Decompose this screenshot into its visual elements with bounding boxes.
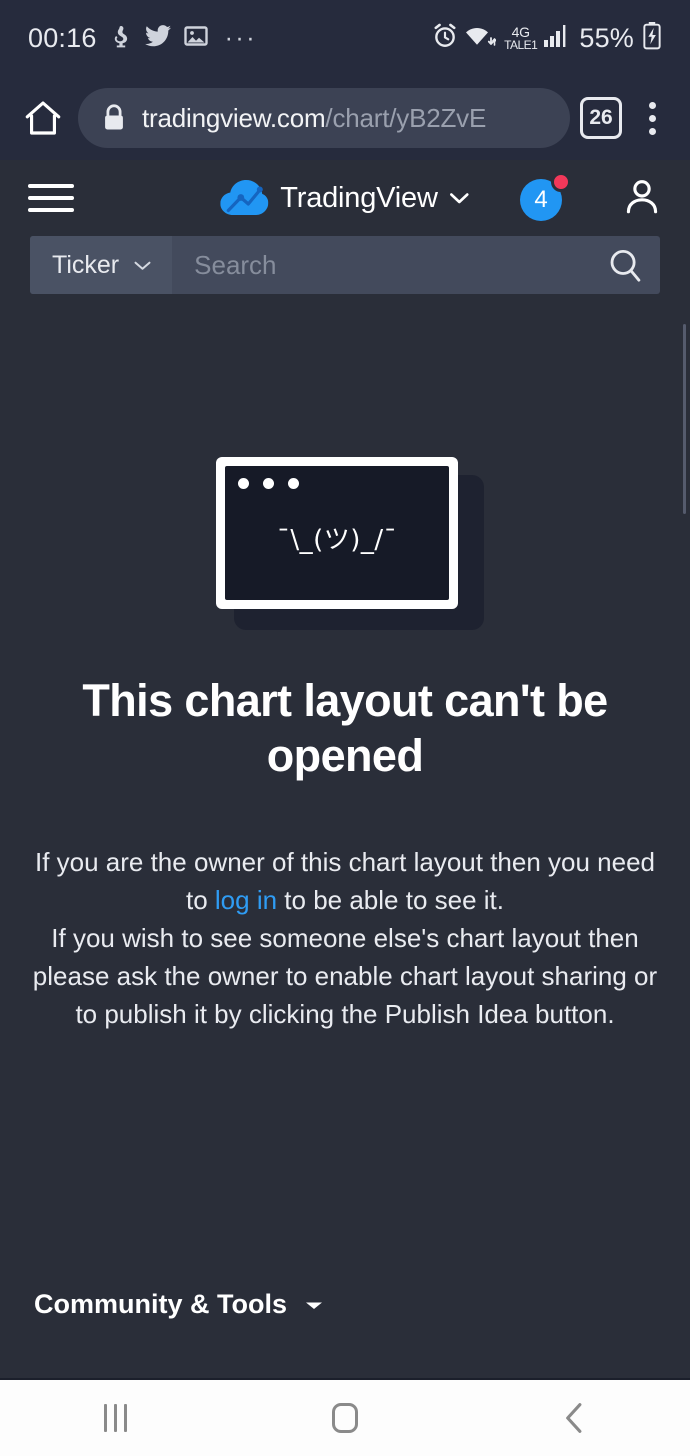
recent-apps-button[interactable]	[55, 1380, 175, 1456]
battery-percent-label: 55%	[579, 22, 634, 53]
search-bar: Ticker Search	[30, 236, 660, 294]
error-paragraph-1: If you are the owner of this chart layou…	[30, 844, 660, 920]
android-navigation-bar	[0, 1378, 690, 1456]
header-actions: 4	[520, 172, 662, 221]
recent-apps-icon	[103, 1404, 127, 1432]
hamburger-line	[28, 184, 74, 188]
app-icon	[110, 24, 132, 53]
kebab-dot	[648, 127, 656, 135]
chevron-down-icon	[306, 1302, 322, 1309]
kebab-dot	[648, 101, 656, 109]
illustration-window-dots	[238, 478, 299, 489]
status-bar-clock: 00:16	[28, 22, 97, 53]
tradingview-cloud-logo	[220, 180, 269, 215]
recent-bar	[103, 1404, 107, 1432]
error-illustration: ¯\_(ツ)_/¯	[216, 457, 484, 630]
community-and-tools-dropdown[interactable]: Community & Tools	[34, 1289, 325, 1320]
url-path: /chart/yB2ZvE	[325, 102, 487, 133]
log-in-link[interactable]: log in	[215, 885, 277, 915]
notifications-button[interactable]: 4	[520, 172, 571, 221]
page-footer: Community & Tools	[0, 1289, 690, 1378]
hamburger-line	[28, 196, 74, 200]
search-row: Ticker Search	[0, 236, 690, 302]
lock-icon	[105, 104, 123, 130]
brand-dropdown[interactable]: TradingView	[220, 179, 469, 217]
recent-bar	[123, 1404, 127, 1432]
network-indicator: 4G TALE1	[504, 24, 538, 52]
network-type-label: 4G	[511, 24, 530, 40]
illustration-window-screen: ¯\_(ツ)_/¯	[225, 466, 449, 600]
notifications-alert-dot	[551, 172, 571, 192]
page-content: ¯\_(ツ)_/¯ This chart layout can't be ope…	[0, 302, 690, 1378]
search-filter-dropdown[interactable]: Ticker	[30, 236, 173, 294]
carrier-label: TALE1	[504, 38, 538, 52]
gallery-icon	[183, 24, 208, 53]
brand-label: TradingView	[280, 181, 438, 214]
error-paragraph-2: If you wish to see someone else's chart …	[32, 922, 658, 1029]
status-bar-left: 00:16 ···	[28, 23, 257, 54]
browser-toolbar: tradingview.com/chart/yB2ZvE 26	[0, 76, 690, 160]
tab-counter-button[interactable]: 26	[580, 97, 622, 139]
search-filter-label: Ticker	[52, 250, 120, 279]
window-dot	[263, 478, 274, 489]
battery-charging-icon	[642, 21, 662, 55]
status-bar-overflow-icon: ···	[224, 24, 258, 52]
back-button[interactable]	[515, 1380, 635, 1456]
window-dot	[288, 478, 299, 489]
search-placeholder: Search	[194, 249, 277, 280]
url-bar[interactable]: tradingview.com/chart/yB2ZvE	[78, 88, 570, 148]
recent-bar	[113, 1404, 117, 1432]
error-description: If you are the owner of this chart layou…	[30, 844, 660, 1034]
search-submit-button[interactable]	[590, 236, 660, 294]
status-bar-right: 4G TALE1 55%	[432, 21, 662, 55]
browser-home-button[interactable]	[18, 93, 68, 143]
site-menu-button[interactable]	[28, 175, 74, 221]
android-status-bar: 00:16 ··· 4G TALE1 55%	[0, 0, 690, 76]
search-input[interactable]: Search	[172, 236, 590, 294]
url-text: tradingview.com/chart/yB2ZvE	[142, 103, 486, 134]
phone-screen: 00:16 ··· 4G TALE1 55% tradingview.com/c…	[0, 0, 690, 1456]
url-domain: tradingview.com	[142, 102, 326, 133]
signal-bars-icon	[543, 24, 569, 53]
alarm-icon	[432, 23, 458, 54]
tradingview-header: TradingView 4	[0, 160, 690, 236]
twitter-icon	[144, 24, 171, 52]
community-and-tools-label: Community & Tools	[34, 1289, 287, 1319]
kebab-dot	[648, 114, 656, 122]
wifi-icon	[466, 24, 497, 53]
search-icon	[610, 249, 641, 282]
browser-menu-button[interactable]	[632, 93, 672, 143]
account-button[interactable]	[622, 176, 662, 221]
illustration-window-frame: ¯\_(ツ)_/¯	[216, 457, 458, 609]
user-account-icon	[626, 179, 658, 213]
home-button[interactable]	[285, 1380, 405, 1456]
chevron-down-icon	[450, 193, 469, 204]
error-p1-after: to be able to see it.	[277, 884, 504, 915]
home-button-icon	[332, 1403, 358, 1433]
page-scrollbar[interactable]	[683, 324, 686, 514]
back-chevron-icon	[566, 1403, 582, 1433]
window-dot	[238, 478, 249, 489]
home-icon	[25, 101, 61, 135]
chevron-down-icon	[134, 261, 151, 270]
error-title: This chart layout can't be opened	[82, 675, 608, 781]
shrug-emoticon: ¯\_(ツ)_/¯	[276, 524, 398, 555]
hamburger-line	[28, 208, 74, 212]
